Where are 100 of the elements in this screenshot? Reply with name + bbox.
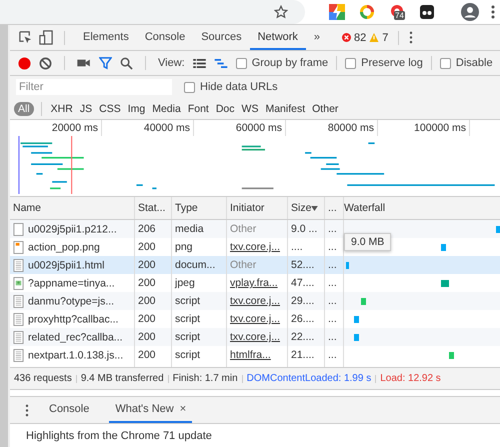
device-icon[interactable] xyxy=(39,30,54,45)
panel-tab[interactable]: Elements xyxy=(75,25,137,50)
page-scrollbar[interactable] xyxy=(0,25,10,447)
status-cell: 200 xyxy=(134,256,172,274)
time-cell: ... xyxy=(324,346,344,364)
extension-badge: 74 xyxy=(394,11,405,20)
list-view-icon[interactable] xyxy=(192,58,206,68)
checkbox[interactable] xyxy=(440,58,451,68)
menu-icon[interactable] xyxy=(491,4,495,20)
panel-tab[interactable]: Console xyxy=(136,25,194,50)
view-label: View: xyxy=(158,57,185,69)
time-tick: 100000 ms xyxy=(414,122,466,134)
ring-extension-icon[interactable] xyxy=(359,4,375,20)
type-filter[interactable]: XHR xyxy=(48,102,75,116)
column-header[interactable]: Stat... xyxy=(134,197,172,220)
initiator-link[interactable]: txv.core.j... xyxy=(230,241,280,253)
inspect-icon[interactable] xyxy=(18,30,33,45)
waterfall-bar xyxy=(361,298,366,304)
initiator-link[interactable]: vplay.fra... xyxy=(230,277,278,289)
type-cell: script xyxy=(172,346,226,364)
panel-tab[interactable]: Sources xyxy=(193,25,250,50)
profile-avatar-icon[interactable] xyxy=(461,3,479,21)
checkbox[interactable] xyxy=(236,58,247,68)
search-icon[interactable] xyxy=(120,56,133,70)
size-cell: 29.... xyxy=(288,292,324,310)
type-cell: media xyxy=(172,220,226,238)
bookmark-star-icon[interactable] xyxy=(274,5,288,19)
clear-icon[interactable] xyxy=(39,56,52,70)
document-icon xyxy=(13,330,24,344)
waterfall-view-icon[interactable] xyxy=(214,58,228,68)
waterfall-bar xyxy=(354,334,359,340)
warning-icon xyxy=(369,33,380,42)
eyes-extension-icon[interactable] xyxy=(419,4,435,20)
size-cell: 22.... xyxy=(288,328,324,346)
document-icon xyxy=(13,312,24,326)
column-header[interactable]: Name xyxy=(10,197,134,220)
warning-count: 7 xyxy=(382,32,388,44)
drawer-tab[interactable]: What's New × xyxy=(109,397,192,423)
type-filter[interactable]: WS xyxy=(240,102,260,116)
error-icon xyxy=(342,33,352,42)
column-header[interactable]: Type xyxy=(172,197,226,220)
size-cell: 9.0 ... xyxy=(288,220,324,238)
size-tooltip: 9.0 MB xyxy=(344,233,392,251)
type-filter[interactable]: Other xyxy=(310,102,340,116)
type-filter[interactable]: Font xyxy=(186,102,211,116)
request-name[interactable]: action_pop.png xyxy=(28,241,100,253)
request-name[interactable]: proxyhttp?callbac... xyxy=(28,313,118,325)
checkbox[interactable] xyxy=(345,58,356,68)
type-cell: script xyxy=(172,292,226,310)
camera-icon[interactable] xyxy=(77,58,91,68)
type-filter[interactable]: Manifest xyxy=(263,102,308,116)
status-cell: 200 xyxy=(134,328,172,346)
drawer-tab[interactable]: Console xyxy=(43,397,96,423)
photo-file-icon xyxy=(13,276,24,290)
initiator-cell: Other xyxy=(230,259,256,271)
checkbox[interactable] xyxy=(184,82,195,92)
column-header[interactable]: Initiator xyxy=(226,197,288,220)
type-filter[interactable]: CSS xyxy=(97,102,123,116)
type-cell: script xyxy=(172,328,226,346)
image-file-icon xyxy=(13,240,24,254)
size-cell: 52.... xyxy=(288,256,324,274)
column-header[interactable]: ... xyxy=(324,197,344,220)
sort-descending-icon xyxy=(311,206,318,211)
column-header[interactable]: Waterfall xyxy=(344,197,500,220)
time-cell: ... xyxy=(324,256,344,274)
waterfall-bar xyxy=(346,262,350,268)
document-icon xyxy=(13,348,24,362)
time-tick: 80000 ms xyxy=(328,122,374,134)
panel-tab[interactable]: » xyxy=(306,25,328,50)
type-filter[interactable]: All xyxy=(14,102,34,116)
checkbox-label: Preserve log xyxy=(361,57,423,69)
checkbox-label: Hide data URLs xyxy=(200,81,278,93)
request-name[interactable]: nextpart.1.0.138.js... xyxy=(28,349,124,361)
checkbox-label: Group by frame xyxy=(252,57,328,69)
record-icon[interactable] xyxy=(18,56,31,70)
status-text: 9.4 MB transferred xyxy=(80,373,164,384)
type-filter[interactable]: Img xyxy=(126,102,148,116)
bolt-extension-icon[interactable] xyxy=(329,4,345,20)
close-icon[interactable]: × xyxy=(180,403,186,415)
status-cell: 200 xyxy=(134,346,172,364)
whats-new-heading: Highlights from the Chrome 71 update xyxy=(25,429,213,444)
status-text: Finish: 1.7 min xyxy=(172,373,238,384)
initiator-link[interactable]: txv.core.j... xyxy=(230,313,280,325)
filter-field[interactable]: Filter xyxy=(16,79,172,95)
error-count: 82 xyxy=(354,32,366,44)
type-filter[interactable]: Media xyxy=(150,102,183,116)
time-tick: 40000 ms xyxy=(144,122,190,134)
more-options-icon[interactable] xyxy=(409,31,414,44)
time-tick: 60000 ms xyxy=(236,122,282,134)
status-text: 436 requests xyxy=(14,373,72,384)
drawer-menu-icon[interactable] xyxy=(25,404,29,416)
time-cell: ... xyxy=(324,292,344,310)
status-cell: 200 xyxy=(134,292,172,310)
status-text: Load: 12.92 s xyxy=(380,373,441,384)
initiator-link[interactable]: htmlfra... xyxy=(230,349,271,361)
request-name[interactable]: ?appname=tinya... xyxy=(28,277,115,289)
type-filter[interactable]: JS xyxy=(78,102,94,116)
column-header[interactable]: Size xyxy=(288,197,324,220)
type-filter[interactable]: Doc xyxy=(214,102,237,116)
filter-icon[interactable] xyxy=(99,56,112,70)
